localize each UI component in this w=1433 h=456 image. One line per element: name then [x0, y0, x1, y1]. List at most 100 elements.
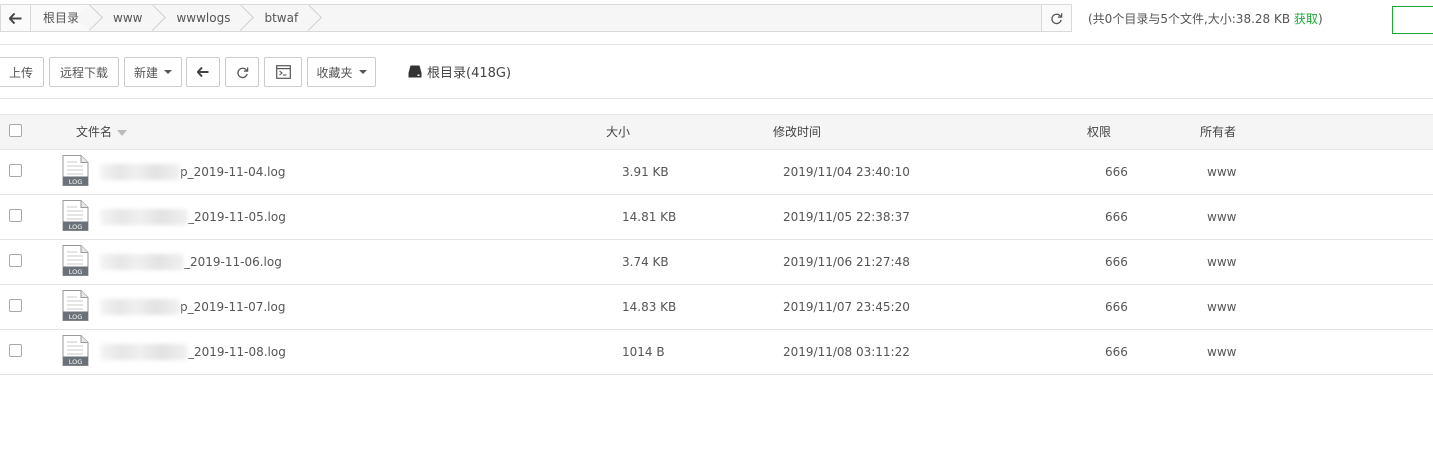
header-size[interactable]: 大小 — [606, 115, 630, 149]
file-name-suffix: _2019-11-06.log — [184, 255, 282, 269]
table-row[interactable]: LOG _2019-11-05.log 14.81 KB 2019/11/05 22:… — [0, 195, 1433, 240]
header-filename-label: 文件名 — [76, 125, 113, 139]
file-owner[interactable]: www — [1207, 150, 1236, 194]
disk-label: 根目录(418G) — [427, 66, 512, 81]
refresh-icon — [236, 66, 248, 78]
path-back-button[interactable] — [1, 5, 31, 31]
remote-download-label: 远程下载 — [59, 65, 108, 80]
favorites-dropdown-button[interactable]: 收藏夹 — [307, 57, 376, 87]
log-icon-label: LOG — [69, 358, 83, 366]
log-file-icon: LOG — [62, 335, 89, 366]
log-file-icon: LOG — [62, 155, 89, 186]
log-icon-label: LOG — [69, 178, 83, 186]
new-dropdown-button[interactable]: 新建 — [124, 57, 182, 87]
header-owner[interactable]: 所有者 — [1200, 115, 1236, 149]
row-checkbox[interactable] — [9, 209, 22, 222]
refresh-icon — [1051, 12, 1063, 24]
file-permission[interactable]: 666 — [1105, 240, 1128, 284]
table-row[interactable]: LOG _2019-11-06.log 3.74 KB 2019/11/06 21:2… — [0, 240, 1433, 285]
path-bar: 根目录 www wwwlogs btwaf — [0, 4, 1072, 32]
file-permission[interactable]: 666 — [1105, 285, 1128, 329]
upload-button[interactable]: 上传 — [0, 57, 44, 87]
select-all-checkbox[interactable] — [9, 124, 22, 137]
file-name[interactable]: p_2019-11-04.log — [100, 150, 285, 194]
breadcrumb-label: wwwlogs — [176, 11, 231, 25]
file-owner[interactable]: www — [1207, 240, 1236, 284]
disk-icon — [408, 65, 422, 78]
table-row[interactable]: LOG p_2019-11-04.log 3.91 KB 2019/11/04 23:… — [0, 150, 1433, 195]
breadcrumb-label: 根目录 — [43, 11, 80, 25]
file-permission[interactable]: 666 — [1105, 150, 1128, 194]
table-row[interactable]: LOG p_2019-11-07.log 14.83 KB 2019/11/07 23… — [0, 285, 1433, 330]
row-checkbox[interactable] — [9, 299, 22, 312]
file-size: 14.81 KB — [622, 210, 677, 224]
upload-label: 上传 — [8, 65, 33, 80]
log-icon-label: LOG — [69, 268, 83, 276]
breadcrumb-root[interactable]: 根目录 — [31, 5, 94, 31]
header-modified-time[interactable]: 修改时间 — [773, 115, 821, 149]
file-modified-time: 2019/11/07 23:45:20 — [783, 300, 910, 314]
caret-down-icon — [358, 70, 367, 74]
sort-down-icon — [117, 129, 128, 136]
file-size: 3.74 KB — [622, 255, 669, 269]
file-name-suffix: p_2019-11-04.log — [180, 165, 286, 179]
row-checkbox[interactable] — [9, 164, 22, 177]
table-header: 文件名 大小 修改时间 权限 所有者 — [0, 114, 1433, 150]
breadcrumb-www[interactable]: www — [93, 5, 156, 31]
terminal-icon — [275, 65, 291, 79]
refresh-button[interactable] — [225, 57, 259, 87]
log-icon-label: LOG — [69, 313, 83, 321]
header-filename[interactable]: 文件名 — [76, 115, 128, 149]
file-name-suffix: _2019-11-05.log — [188, 210, 286, 224]
file-name[interactable]: _2019-11-06.log — [100, 240, 282, 284]
file-modified-time: 2019/11/04 23:40:10 — [783, 165, 910, 179]
file-owner[interactable]: www — [1207, 285, 1236, 329]
table-row[interactable]: LOG _2019-11-08.log 1014 B 2019/11/08 03:11… — [0, 330, 1433, 375]
log-icon-label: LOG — [69, 223, 83, 231]
divider — [0, 98, 1433, 99]
file-permission[interactable]: 666 — [1105, 330, 1128, 374]
breadcrumb-label: www — [113, 11, 143, 25]
path-refresh-button[interactable] — [1041, 5, 1071, 31]
row-checkbox[interactable] — [9, 254, 22, 267]
terminal-button[interactable] — [264, 57, 302, 87]
caret-down-icon — [164, 70, 172, 74]
file-name-suffix: p_2019-11-07.log — [180, 300, 286, 314]
row-checkbox[interactable] — [9, 344, 22, 357]
header-permission[interactable]: 权限 — [1087, 115, 1111, 149]
file-owner[interactable]: www — [1207, 195, 1236, 239]
back-button[interactable] — [186, 57, 220, 87]
file-name[interactable]: p_2019-11-07.log — [100, 285, 285, 329]
file-size: 1014 B — [622, 345, 665, 359]
file-name[interactable]: _2019-11-05.log — [100, 195, 286, 239]
file-modified-time: 2019/11/08 03:11:22 — [783, 345, 910, 359]
new-label: 新建 — [133, 65, 158, 80]
file-owner[interactable]: www — [1207, 330, 1236, 374]
remote-download-button[interactable]: 远程下载 — [49, 57, 119, 87]
arrow-left-icon — [197, 67, 209, 77]
directory-summary: (共0个目录与5个文件,大小:38.28 KB 获取) — [1088, 10, 1323, 27]
redacted-name — [100, 254, 184, 270]
file-modified-time: 2019/11/06 21:27:48 — [783, 255, 910, 269]
favorites-label: 收藏夹 — [316, 65, 353, 80]
file-name[interactable]: _2019-11-08.log — [100, 330, 286, 374]
search-input[interactable] — [1392, 6, 1433, 34]
log-file-icon: LOG — [62, 290, 89, 321]
redacted-name — [100, 164, 180, 180]
disk-selector[interactable]: 根目录(418G) — [408, 62, 511, 81]
redacted-name — [100, 344, 188, 360]
summary-text: (共0个目录与5个文件,大小:38.28 KB — [1088, 12, 1291, 26]
file-modified-time: 2019/11/05 22:38:37 — [783, 210, 910, 224]
log-file-icon: LOG — [62, 245, 89, 276]
breadcrumb-label: btwaf — [264, 11, 299, 25]
file-permission[interactable]: 666 — [1105, 195, 1128, 239]
fetch-size-link[interactable]: 获取 — [1294, 12, 1318, 26]
breadcrumb-btwaf[interactable]: btwaf — [244, 5, 312, 31]
arrow-left-icon — [9, 12, 22, 24]
file-size: 3.91 KB — [622, 165, 669, 179]
redacted-name — [100, 299, 180, 315]
log-file-icon: LOG — [62, 200, 89, 231]
breadcrumb-wwwlogs[interactable]: wwwlogs — [156, 5, 244, 31]
divider — [0, 44, 1433, 45]
summary-close-paren: ) — [1317, 12, 1323, 26]
